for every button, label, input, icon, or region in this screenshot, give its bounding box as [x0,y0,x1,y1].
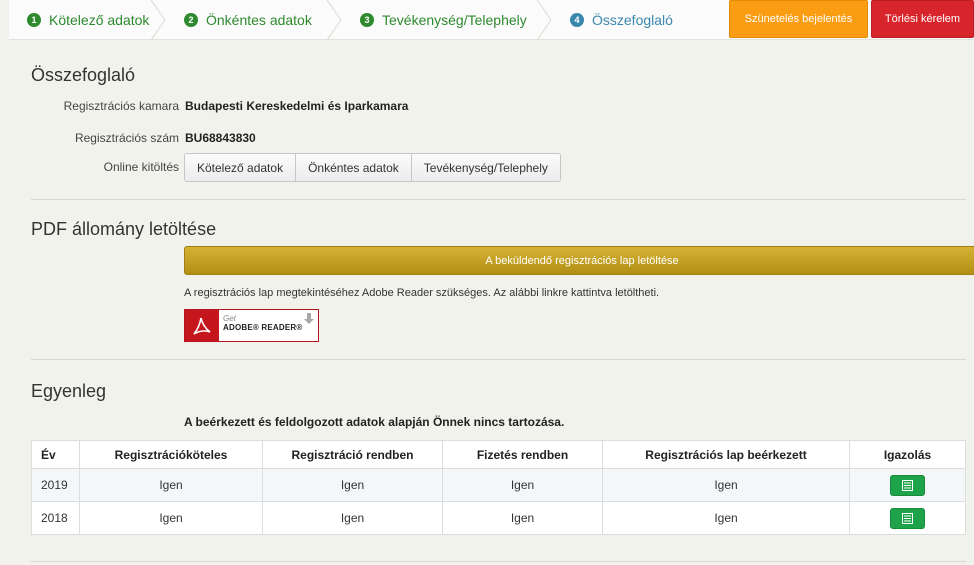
step-number: 3 [360,13,374,27]
balance-message: A beérkezett és feldolgozott adatok alap… [184,415,565,429]
step-number: 1 [27,13,41,27]
online-voluntary-button[interactable]: Önkéntes adatok [296,154,412,181]
cell-year: 2018 [31,501,80,535]
table-row: 2019 Igen Igen Igen Igen [31,468,966,502]
divider [31,199,966,200]
pdf-title: PDF állomány letöltése [31,219,217,239]
table-header-row: Év Regisztrációköteles Regisztráció rend… [31,440,966,469]
divider [31,359,966,360]
summary-title: Összefoglaló [31,65,136,85]
download-arrow-icon [304,312,314,330]
col-sheet-received: Regisztrációs lap beérkezett [602,440,850,469]
online-mandatory-button[interactable]: Kötelező adatok [185,154,297,181]
chamber-value: Budapesti Kereskedelmi és Iparkamara [185,99,409,113]
step-activity-site[interactable]: 3 Tevékenység/Telephely [342,0,552,40]
certificate-button[interactable] [890,474,925,496]
col-registration-required: Regisztrációköteles [79,440,263,469]
col-registration-ok: Regisztráció rendben [262,440,443,469]
step-label: Tevékenység/Telephely [382,12,527,28]
cell-value: Igen [442,468,603,502]
cell-certificate [849,501,966,535]
table-row: 2018 Igen Igen Igen Igen [31,501,966,535]
cell-value: Igen [602,468,850,502]
regnum-label: Regisztrációs szám [74,131,179,145]
step-label: Összefoglaló [592,12,673,28]
col-payment-ok: Fizetés rendben [442,440,603,469]
online-fill-label: Online kitöltés [103,160,179,174]
download-registration-sheet-button[interactable]: A beküldendő regisztrációs lap letöltése [184,246,974,275]
divider [31,561,966,562]
adobe-logo-icon [185,310,219,341]
cell-year: 2019 [31,468,80,502]
step-voluntary-data[interactable]: 2 Önkéntes adatok [166,0,342,40]
cell-value: Igen [442,501,603,535]
list-alt-icon [902,479,913,491]
step-mandatory-data[interactable]: 1 Kötelező adatok [9,0,166,40]
col-year: Év [31,440,80,469]
cell-value: Igen [262,468,443,502]
certificate-button[interactable] [890,507,925,529]
step-summary[interactable]: 4 Összefoglaló [552,0,707,40]
online-fill-button-group: Kötelező adatok Önkéntes adatok Tevékeny… [184,153,561,182]
get-adobe-reader-link[interactable]: Get ADOBE® READER® [184,309,319,342]
chevron-separator-icon [536,0,552,40]
chevron-separator-icon [150,0,166,40]
list-alt-icon [902,512,913,524]
cell-value: Igen [79,501,263,535]
cell-value: Igen [79,468,263,502]
step-label: Önkéntes adatok [206,12,312,28]
deletion-request-button[interactable]: Törlési kérelem [871,0,974,38]
cell-value: Igen [262,501,443,535]
balance-table: Év Regisztrációköteles Regisztráció rend… [31,440,966,535]
cell-certificate [849,468,966,502]
col-certificate: Igazolás [849,440,966,469]
chevron-separator-icon [326,0,342,40]
suspension-report-button[interactable]: Szünetelés bejelentés [729,0,868,38]
balance-title: Egyenleg [31,381,107,401]
cell-value: Igen [602,501,850,535]
step-number: 4 [570,13,584,27]
step-number: 2 [184,13,198,27]
chamber-label: Regisztrációs kamara [63,99,179,113]
step-label: Kötelező adatok [49,12,150,28]
online-activity-button[interactable]: Tevékenység/Telephely [411,154,560,181]
adobe-note: A regisztrációs lap megtekintéséhez Adob… [184,287,660,299]
regnum-value: BU68843830 [185,131,256,145]
